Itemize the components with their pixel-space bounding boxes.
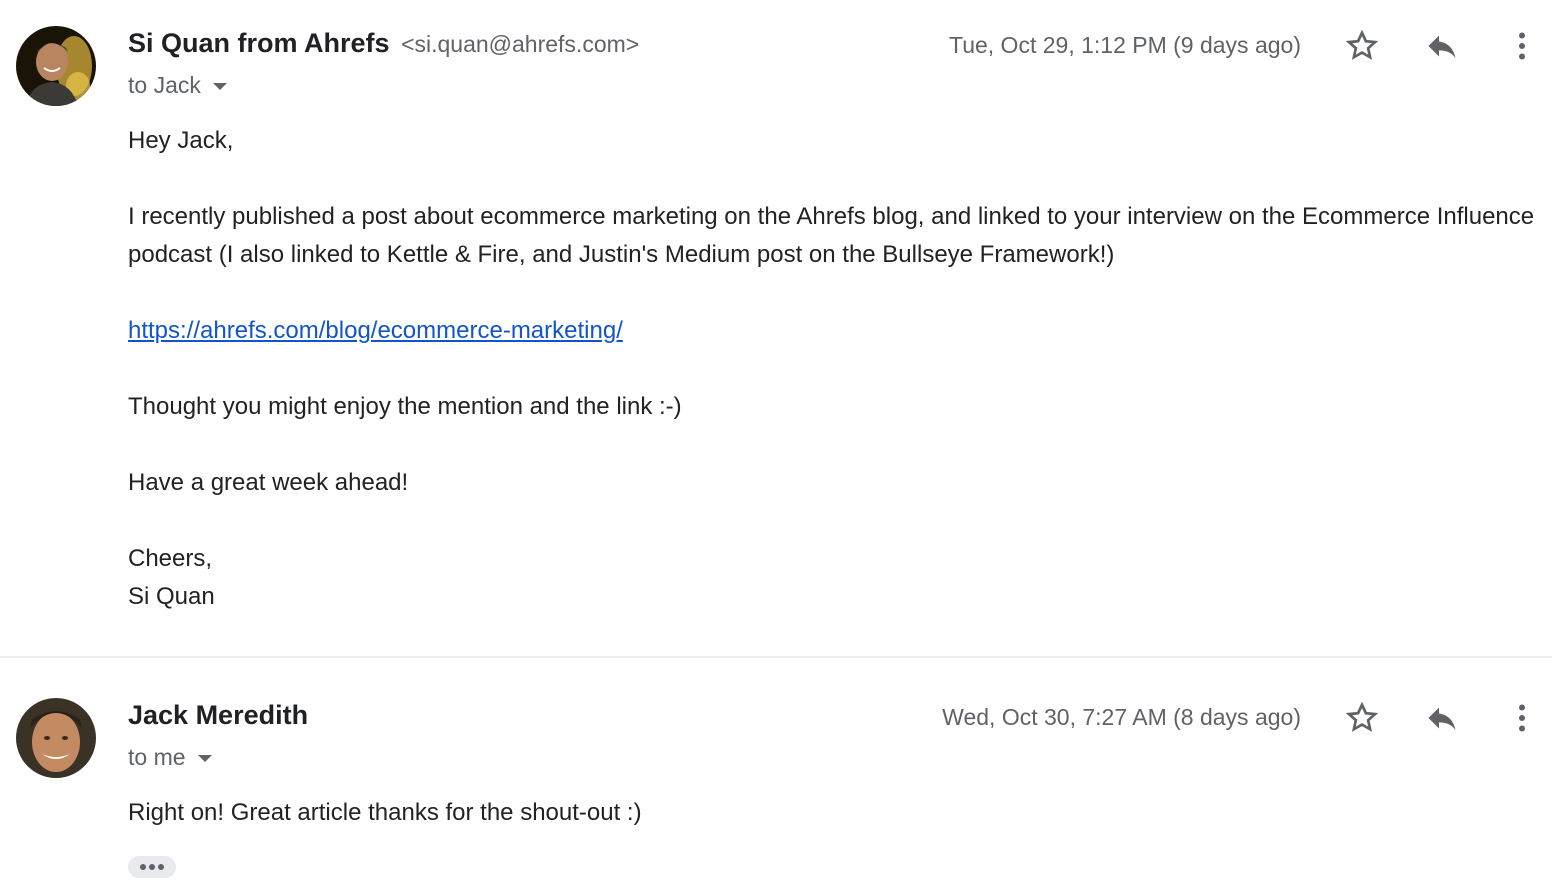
recipient-toggle[interactable]: to me (128, 744, 212, 771)
caret-down-icon (197, 755, 212, 762)
more-vertical-icon (1519, 704, 1525, 732)
paragraph: Have a great week ahead! (128, 469, 409, 496)
star-button[interactable] (1342, 26, 1382, 66)
show-trimmed-content-button[interactable] (128, 856, 176, 878)
message-date: Tue, Oct 29, 1:12 PM (9 days ago) (949, 32, 1301, 58)
signature: Si Quan (128, 583, 215, 610)
caret-down-icon (212, 83, 227, 90)
message-body: Hey Jack, I recently published a post ab… (128, 122, 1548, 616)
sender-email: <si.quan@ahrefs.com> (401, 31, 640, 57)
message-body: Right on! Great article thanks for the s… (128, 794, 1548, 832)
ellipsis-dot-icon (158, 864, 164, 870)
message-date: Wed, Oct 30, 7:27 AM (8 days ago) (942, 704, 1301, 730)
reply-icon (1428, 707, 1456, 730)
blog-post-link[interactable]: https://ahrefs.com/blog/ecommerce-market… (128, 317, 623, 344)
recipient-toggle[interactable]: to Jack (128, 72, 227, 99)
recipient-label: to Jack (128, 72, 201, 98)
more-options-button[interactable] (1502, 26, 1542, 66)
sender: Jack Meredith (128, 700, 308, 731)
more-options-button[interactable] (1502, 698, 1542, 738)
sender: Si Quan from Ahrefs <si.quan@ahrefs.com> (128, 28, 639, 59)
ellipsis-dot-icon (149, 864, 155, 870)
star-outline-icon (1345, 701, 1379, 732)
paragraph: I recently published a post about ecomme… (128, 203, 1535, 268)
paragraph: Thought you might enjoy the mention and … (128, 393, 682, 420)
star-button[interactable] (1342, 698, 1382, 738)
star-outline-icon (1345, 29, 1379, 60)
greeting: Hey Jack, (128, 127, 234, 154)
ellipsis-dot-icon (140, 864, 146, 870)
reply-button[interactable] (1422, 26, 1462, 66)
signoff: Cheers, (128, 545, 213, 572)
recipient-label: to me (128, 744, 186, 770)
sender-avatar[interactable] (16, 698, 96, 778)
avatar-photo-icon (16, 698, 96, 778)
sender-avatar[interactable] (16, 26, 96, 106)
more-vertical-icon (1519, 32, 1525, 60)
sender-name[interactable]: Si Quan from Ahrefs (128, 28, 390, 58)
reply-button[interactable] (1422, 698, 1462, 738)
reply-icon (1428, 35, 1456, 58)
avatar-photo-icon (16, 26, 96, 106)
sender-name[interactable]: Jack Meredith (128, 700, 308, 730)
message-text: Right on! Great article thanks for the s… (128, 799, 642, 826)
email-message: Si Quan from Ahrefs <si.quan@ahrefs.com>… (0, 0, 1552, 656)
email-message: Jack Meredith to me Wed, Oct 30, 7:27 AM… (0, 658, 1552, 890)
